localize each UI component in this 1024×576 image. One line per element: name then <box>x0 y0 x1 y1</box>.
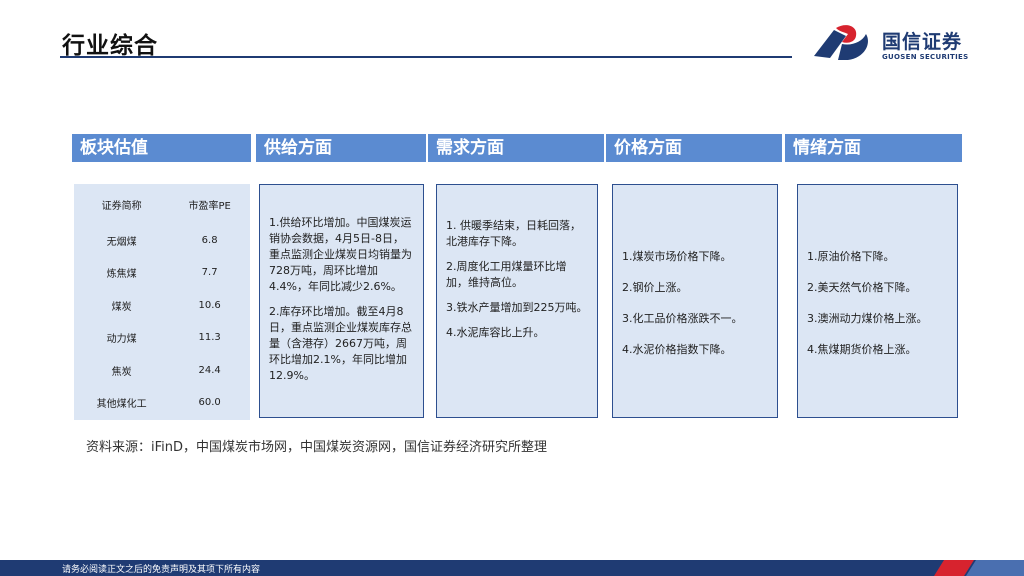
sector-name: 动力煤 <box>106 334 137 346</box>
valuation-table: 证券简称 市盈率PE 无烟煤 6.8 炼焦煤 7.7 煤炭 10.6 动力煤 1… <box>74 184 250 419</box>
demand-panel: 1. 供暖季结束，日耗回落，北港库存下降。 2.周度化工用煤量环比增加，维持高位… <box>436 184 598 418</box>
price-point: 3.化工品价格涨跌不一。 <box>622 312 743 325</box>
pe-value: 11.3 <box>198 332 221 344</box>
header-supply: 供给方面 <box>256 134 426 162</box>
sector-name: 无烟煤 <box>106 236 137 248</box>
header-sentiment: 情绪方面 <box>785 134 962 162</box>
pe-value: 60.0 <box>198 397 221 409</box>
table-row: 煤炭 10.6 <box>74 289 250 322</box>
table-header-row: 证券简称 市盈率PE <box>74 184 250 224</box>
table-row: 焦炭 24.4 <box>74 354 250 387</box>
header-price: 价格方面 <box>606 134 782 162</box>
demand-point: 1. 供暖季结束，日耗回落，北港库存下降。 <box>446 219 581 248</box>
pe-value: 6.8 <box>201 234 218 246</box>
table-row: 动力煤 11.3 <box>74 322 250 355</box>
pe-value: 24.4 <box>198 364 221 376</box>
logo-text-en: GUOSEN SECURITIES <box>882 53 969 61</box>
sentiment-point: 3.澳洲动力煤价格上涨。 <box>807 312 928 325</box>
column-header-pe: 市盈率PE <box>188 200 231 212</box>
supply-point: 1.供给环比增加。中国煤炭运销协会数据，4月5日-8日，重点监测企业煤炭日均销量… <box>269 216 412 293</box>
demand-point: 2.周度化工用煤量环比增加，维持高位。 <box>446 260 567 289</box>
sentiment-panel: 1.原油价格下降。 2.美天然气价格下降。 3.澳洲动力煤价格上涨。 4.焦煤期… <box>797 184 958 418</box>
page-title: 行业综合 <box>62 33 158 59</box>
demand-point: 3.铁水产量增加到225万吨。 <box>446 301 588 314</box>
sector-name: 炼焦煤 <box>106 269 137 281</box>
table-row: 炼焦煤 7.7 <box>74 257 250 290</box>
price-panel: 1.煤炭市场价格下降。 2.钢价上涨。 3.化工品价格涨跌不一。 4.水泥价格指… <box>612 184 778 418</box>
price-point: 1.煤炭市场价格下降。 <box>622 250 732 263</box>
header-valuation: 板块估值 <box>72 134 251 162</box>
sector-name: 煤炭 <box>111 301 132 313</box>
valuation-table-panel: 证券简称 市盈率PE 无烟煤 6.8 炼焦煤 7.7 煤炭 10.6 动力煤 1… <box>74 184 250 420</box>
header-demand: 需求方面 <box>428 134 604 162</box>
title-divider <box>60 56 792 58</box>
table-row: 无烟煤 6.8 <box>74 224 250 257</box>
logo-text-cn: 国信证券 <box>882 31 963 53</box>
disclaimer-text: 请务必阅读正文之后的免责声明及其项下所有内容 <box>62 565 261 575</box>
sector-name: 焦炭 <box>111 366 132 378</box>
demand-point: 4.水泥库容比上升。 <box>446 326 545 339</box>
table-row: 其他煤化工 60.0 <box>74 387 250 420</box>
guosen-logo-icon <box>814 25 868 60</box>
price-point: 4.水泥价格指数下降。 <box>622 343 732 356</box>
price-point: 2.钢价上涨。 <box>622 281 688 294</box>
sentiment-point: 2.美天然气价格下降。 <box>807 281 917 294</box>
sector-name: 其他煤化工 <box>96 399 147 411</box>
footer-bar: 请务必阅读正文之后的免责声明及其项下所有内容 <box>0 560 1024 576</box>
supply-panel: 1.供给环比增加。中国煤炭运销协会数据，4月5日-8日，重点监测企业煤炭日均销量… <box>259 184 424 418</box>
pe-value: 10.6 <box>198 299 221 311</box>
sentiment-point: 4.焦煤期货价格上涨。 <box>807 343 917 356</box>
guosen-logo: 国信证券 GUOSEN SECURITIES <box>812 22 982 64</box>
sentiment-point: 1.原油价格下降。 <box>807 250 895 263</box>
pe-value: 7.7 <box>201 267 218 279</box>
source-note: 资料来源：iFinD，中国煤炭市场网，中国煤炭资源网，国信证券经济研究所整理 <box>86 440 548 455</box>
column-header-name: 证券简称 <box>101 200 142 212</box>
footer-decoration-icon <box>934 560 1024 576</box>
supply-point: 2.库存环比增加。截至4月8日，重点监测企业煤炭库存总量（含港存）2667万吨，… <box>269 305 412 382</box>
